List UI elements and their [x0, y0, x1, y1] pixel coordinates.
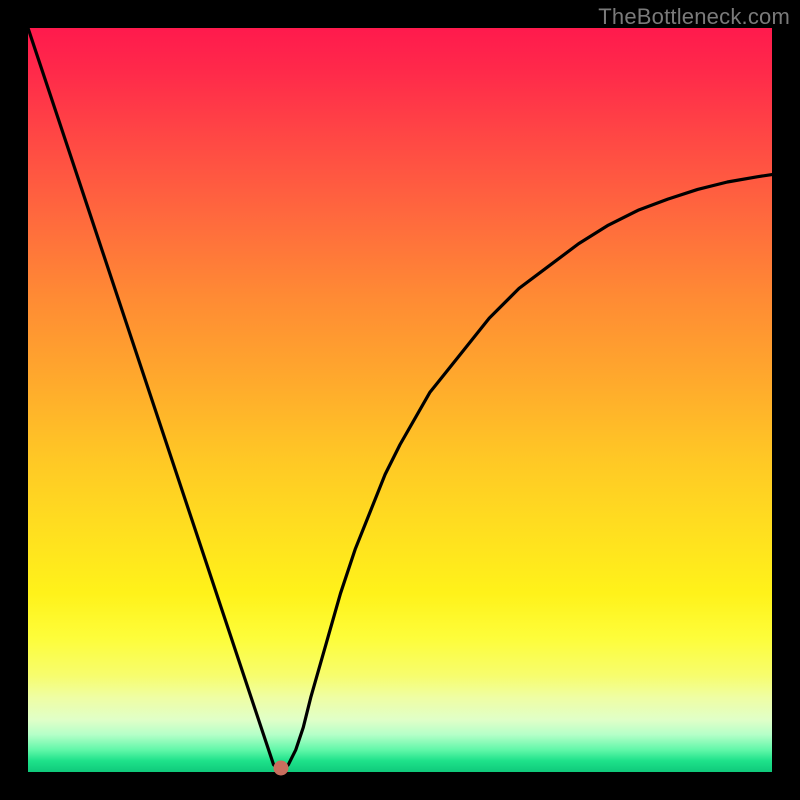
chart-svg	[28, 28, 772, 772]
bottleneck-curve	[28, 28, 772, 772]
watermark-text: TheBottleneck.com	[598, 4, 790, 30]
minimum-marker	[274, 761, 288, 775]
chart-frame: TheBottleneck.com	[0, 0, 800, 800]
chart-plot-area	[28, 28, 772, 772]
